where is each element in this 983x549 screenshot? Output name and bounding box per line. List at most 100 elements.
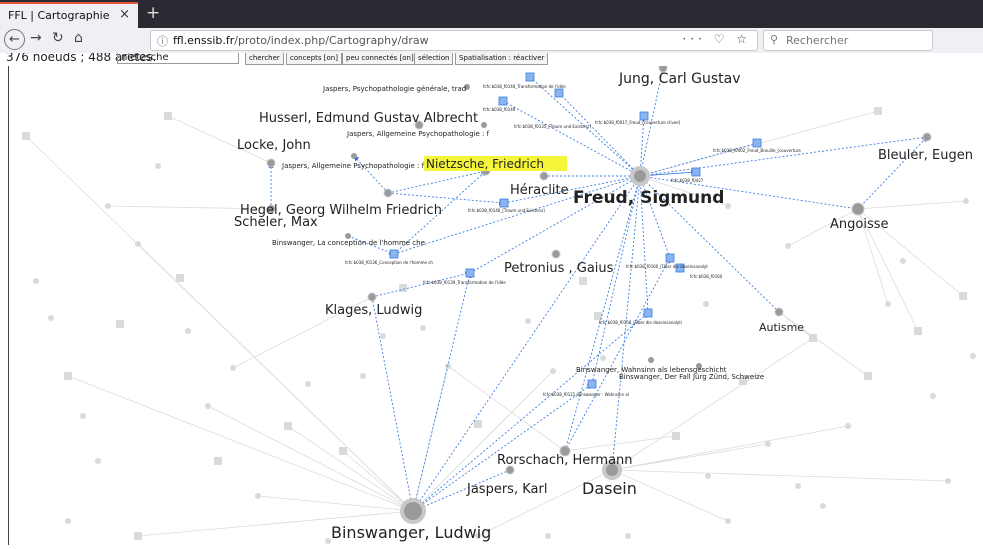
tab-cartographie[interactable]: FFL | Cartographie × [0, 2, 138, 28]
background-node[interactable] [930, 393, 936, 399]
concepts-toggle[interactable]: concepts [on] [286, 53, 342, 65]
background-node[interactable] [625, 533, 631, 539]
node-freud[interactable] [630, 166, 650, 186]
background-node[interactable] [305, 381, 311, 387]
node-f136[interactable] [389, 249, 399, 259]
background-node[interactable] [105, 203, 111, 209]
background-node[interactable] [399, 284, 407, 292]
background-edge [342, 450, 414, 512]
background-node[interactable] [95, 458, 101, 464]
home-icon[interactable]: ⌂ [74, 30, 83, 46]
background-node[interactable] [33, 278, 39, 284]
background-node[interactable] [820, 503, 826, 509]
node-binswanger[interactable] [400, 498, 426, 524]
node-locke[interactable] [266, 158, 276, 168]
background-node[interactable] [284, 422, 292, 430]
background-node[interactable] [214, 457, 222, 465]
background-node[interactable] [255, 493, 261, 499]
background-node[interactable] [80, 413, 86, 419]
selection-button[interactable]: sélection [414, 53, 454, 65]
url-bar[interactable]: ⓘ ffl.enssib.fr/proto/index.php/Cartogra… [150, 30, 758, 51]
background-node[interactable] [914, 327, 922, 335]
background-node[interactable] [579, 277, 587, 285]
background-node[interactable] [116, 320, 124, 328]
node-petronius[interactable] [551, 249, 561, 259]
background-node[interactable] [600, 355, 606, 361]
background-node[interactable] [885, 301, 891, 307]
background-node[interactable] [945, 478, 951, 484]
search-input[interactable]: nietzsche [117, 53, 239, 64]
background-node[interactable] [420, 325, 426, 331]
background-node[interactable] [176, 274, 184, 282]
background-node[interactable] [64, 372, 72, 380]
node-bw_wahnsinn[interactable] [648, 357, 654, 363]
graph-svg[interactable]: Freud, Sigmund Nietzsche, Friedrich Jung, … [8, 63, 983, 545]
close-tab-icon[interactable]: × [119, 7, 130, 22]
background-node[interactable] [970, 353, 976, 359]
node-angoisse[interactable] [851, 202, 865, 216]
background-node[interactable] [134, 532, 142, 540]
node-f402[interactable] [752, 138, 762, 148]
background-node[interactable] [550, 368, 556, 374]
background-node[interactable] [725, 203, 731, 209]
spatialisation-button[interactable]: Spatialisation : réactiver [455, 53, 549, 65]
background-node[interactable] [135, 241, 141, 247]
background-node[interactable] [705, 473, 711, 479]
background-node[interactable] [785, 243, 791, 249]
background-node[interactable] [65, 518, 71, 524]
node-heraclite[interactable] [539, 171, 549, 181]
background-node[interactable] [360, 373, 366, 379]
back-icon[interactable]: ← [4, 29, 25, 50]
background-node[interactable] [765, 441, 771, 447]
node-f140[interactable] [525, 72, 535, 82]
node-label-jp_psycho: Jaspers, Psychopathologie générale, trad [322, 85, 466, 93]
background-node[interactable] [703, 301, 709, 307]
background-node[interactable] [205, 403, 211, 409]
node-f121[interactable] [587, 379, 597, 389]
page-actions-icons[interactable]: ··· ♡ ☆ [682, 32, 751, 46]
node-f149[interactable] [498, 96, 508, 106]
background-node[interactable] [545, 533, 551, 539]
background-node[interactable] [809, 334, 817, 342]
node-f146[interactable] [499, 198, 509, 208]
reload-icon[interactable]: ↻ [52, 30, 64, 46]
node-bleuler[interactable] [922, 132, 932, 142]
background-node[interactable] [474, 420, 482, 428]
background-node[interactable] [230, 365, 236, 371]
node-f427[interactable] [691, 167, 701, 177]
node-f158[interactable] [643, 308, 653, 318]
background-node[interactable] [22, 132, 30, 140]
node-f017[interactable] [639, 111, 649, 121]
background-node[interactable] [725, 518, 731, 524]
background-node[interactable] [795, 483, 801, 489]
node-f135[interactable] [554, 88, 564, 98]
background-node[interactable] [164, 112, 172, 120]
search-button[interactable]: chercher [245, 53, 284, 65]
background-node[interactable] [845, 423, 851, 429]
forward-icon[interactable]: → [30, 30, 42, 46]
node-f139[interactable] [465, 268, 475, 278]
new-tab-button[interactable]: + [146, 3, 160, 23]
node-jp_allg2[interactable] [351, 153, 357, 159]
background-node[interactable] [864, 372, 872, 380]
background-node[interactable] [48, 315, 54, 321]
info-icon[interactable]: ⓘ [157, 33, 168, 49]
node-jp_allg1[interactable] [481, 122, 487, 128]
browser-search-field[interactable]: ⚲ Rechercher [763, 30, 933, 51]
node-hegel[interactable] [383, 188, 393, 198]
graph-canvas[interactable]: Freud, Sigmund Nietzsche, Friedrich Jung, … [8, 63, 983, 545]
background-node[interactable] [185, 328, 191, 334]
background-node[interactable] [874, 107, 882, 115]
background-node[interactable] [525, 318, 531, 324]
node-klages[interactable] [367, 292, 377, 302]
background-node[interactable] [959, 292, 967, 300]
background-node[interactable] [380, 333, 386, 339]
node-autisme[interactable] [774, 307, 784, 317]
background-node[interactable] [672, 432, 680, 440]
node-f160[interactable] [665, 253, 675, 263]
background-node[interactable] [155, 163, 161, 169]
background-node[interactable] [339, 447, 347, 455]
background-node[interactable] [963, 198, 969, 204]
background-node[interactable] [900, 258, 906, 264]
low-connected-toggle[interactable]: peu connectés [on] [342, 53, 418, 65]
